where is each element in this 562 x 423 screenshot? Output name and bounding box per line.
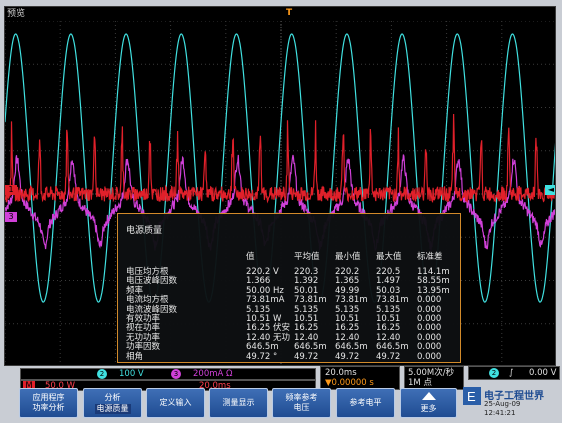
softkey-label: 频率参考	[285, 393, 318, 402]
svg-text:E: E	[467, 389, 476, 404]
panel-title: 电源质量	[126, 226, 163, 236]
trigger-slope-icon: ∫	[509, 368, 514, 378]
softkey-analysis[interactable]: 分析 电源质量	[83, 388, 142, 418]
measurement-name: 相角	[126, 351, 144, 362]
table-row: 功率因数 646.5m 646.5m 646.5m 646.5m 0.000	[126, 342, 459, 353]
table-row: 电压波峰因数 1.366 1.392 1.365 1.497 58.55m	[126, 276, 459, 287]
trigger-position-marker[interactable]: T	[286, 7, 292, 20]
chevron-up-icon	[401, 391, 456, 403]
date-display: 25-Aug-09	[484, 400, 521, 408]
measurement-value: 49.72	[376, 351, 401, 362]
trigger-source-badge: 2	[489, 368, 499, 378]
softkey-sublabel: 电源质量	[94, 403, 131, 414]
table-row: 无功功率 12.40 无功 12.40 12.40 12.40 0.000	[126, 333, 459, 343]
measurement-value: 0.000	[417, 351, 442, 362]
time-display: 12:41:21	[484, 409, 516, 417]
ch3-ground-marker[interactable]: 3	[5, 212, 17, 222]
top-status-bar: 预览 T	[5, 7, 555, 21]
header-cell	[126, 250, 246, 268]
power-quality-panel: 电源质量 值 平均值 最小值 最大值 标准差 电压均方根 220.2 V 220.3…	[117, 213, 461, 363]
vertical-settings-bar: 2 100 V 3 200mA Ω	[20, 368, 316, 380]
table-row: 电流波峰因数 5.135 5.135 5.135 5.135 0.000	[126, 305, 459, 315]
measurement-value: 49.72	[294, 351, 319, 362]
oscilloscope-display: 预览 T 1 ◄ 3 电源质量 值 平均值 最小值 最大值 标准差 电压均方根 2…	[4, 6, 556, 366]
ch1-ground-marker[interactable]: 1	[5, 185, 17, 195]
table-row: 相角 49.72 ° 49.72 49.72 49.72 0.000	[126, 351, 459, 362]
softkey-label: 应用程序	[32, 393, 65, 402]
acquisition-settings[interactable]: 5.00M次/秒 1M 点	[404, 366, 464, 390]
table-header-row: 值 平均值 最小值 最大值 标准差	[126, 250, 459, 268]
softkey-define-inputs[interactable]: 定义输入	[146, 388, 205, 418]
measurement-name: 功率因数	[126, 342, 161, 353]
measurement-name: 电压波峰因数	[126, 276, 178, 287]
table-row: 视在功率 16.25 伏安 16.25 16.25 16.25 0.000	[126, 324, 459, 334]
brand-watermark: E 电子工程世界 25-Aug-09 12:41:21	[462, 384, 560, 419]
softkey-frequency-reference[interactable]: 频率参考 电压	[272, 388, 331, 418]
run-mode-label: 预览	[7, 9, 26, 19]
ch3-scale[interactable]: 200mA Ω	[193, 369, 233, 380]
softkey-measurement-display[interactable]: 测量显示	[209, 388, 268, 418]
softkey-sublabel: 功率分析	[32, 403, 65, 412]
softkey-sublabel: 电压	[293, 403, 310, 412]
ch2-scale[interactable]: 100 V	[119, 369, 144, 380]
ch2-marker[interactable]: ◄	[545, 185, 555, 195]
softkey-label: 测量显示	[222, 398, 255, 407]
ch2-badge[interactable]: 2	[97, 369, 107, 379]
ch3-badge[interactable]: 3	[171, 369, 181, 379]
measurement-value: 49.72	[335, 351, 360, 362]
softkey-label: 定义输入	[159, 398, 192, 407]
table-row: 有效功率 10.51 W 10.51 10.51 10.51 0.000	[126, 314, 459, 324]
header-cell: 最大值	[376, 252, 402, 262]
header-cell: 平均值	[294, 252, 320, 262]
horizontal-settings[interactable]: 20.0ms ▼0.00000 s	[320, 366, 400, 390]
trigger-settings[interactable]: 2 ∫ 0.00 V	[468, 366, 560, 380]
more-label: 更多	[420, 404, 437, 413]
header-cell: 值	[246, 252, 255, 262]
softkey-application[interactable]: 应用程序 功率分析	[19, 388, 78, 418]
trigger-level: 0.00 V	[529, 368, 557, 378]
softkey-label: 分析	[104, 392, 121, 402]
header-cell: 标准差	[417, 252, 443, 262]
header-cell: 最小值	[335, 252, 361, 262]
table-row: 频率 50.00 Hz 50.01 49.99 50.03 13.95m	[126, 286, 459, 296]
more-button[interactable]: 更多	[400, 388, 457, 418]
softkey-label: 参考电平	[349, 398, 382, 407]
stats-table: 值 平均值 最小值 最大值 标准差 电压均方根 220.2 V 220.3 220.2…	[126, 250, 459, 362]
measurement-value: 49.72 °	[246, 351, 278, 362]
softkey-reference-levels[interactable]: 参考电平	[336, 388, 395, 418]
